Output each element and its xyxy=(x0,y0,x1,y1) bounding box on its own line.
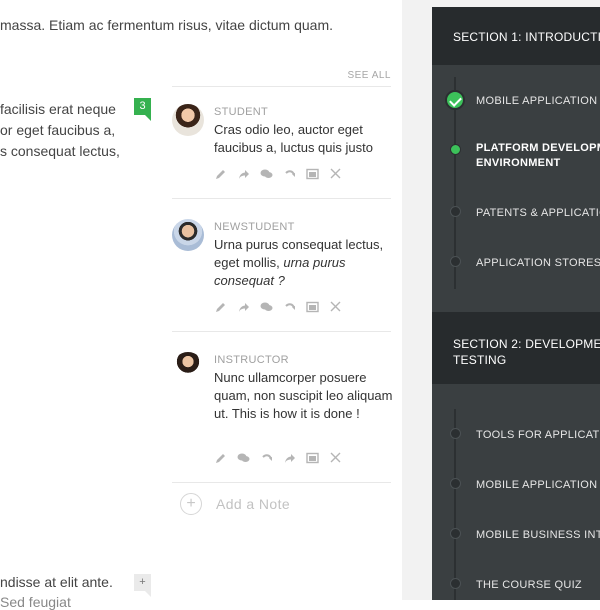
lesson-item-current[interactable]: PLATFORM DEVELOPME ENVIRONMENT xyxy=(476,141,600,171)
note-author-role: STUDENT xyxy=(214,106,269,118)
lesson-item[interactable]: MOBILE BUSINESS INTE xyxy=(476,528,600,543)
article-paragraph: massa. Etiam ac fermentum risus, vitae d… xyxy=(0,17,333,33)
section-title: SECTION 2: DEVELOPMENT TESTING xyxy=(453,336,600,368)
lesson-dot xyxy=(450,206,461,217)
lesson-title-line: ENVIRONMENT xyxy=(476,157,561,169)
comment-icon[interactable] xyxy=(237,451,250,464)
section-header[interactable]: SECTION 2: DEVELOPMENT TESTING xyxy=(432,312,600,384)
lesson-item[interactable]: MOBILE APPLICATION T xyxy=(476,478,600,493)
article-paragraph: ndisse at elit ante. xyxy=(0,574,113,590)
note-count-badge[interactable]: 3 xyxy=(134,98,151,121)
note-actions xyxy=(214,167,342,180)
add-note-button[interactable]: + Add a Note xyxy=(180,493,290,515)
window-icon[interactable] xyxy=(306,451,319,464)
redo-icon[interactable] xyxy=(260,451,273,464)
article-line: s consequat lectus, xyxy=(0,143,120,159)
avatar xyxy=(172,352,204,384)
edit-icon[interactable] xyxy=(214,167,227,180)
add-note-label: Add a Note xyxy=(216,496,291,512)
redo-icon[interactable] xyxy=(283,167,296,180)
article-pane: massa. Etiam ac fermentum risus, vitae d… xyxy=(0,0,402,610)
see-all-link[interactable]: SEE ALL xyxy=(172,70,391,87)
note-author-role: NEWSTUDENT xyxy=(214,221,295,233)
edit-icon[interactable] xyxy=(214,300,227,313)
check-icon xyxy=(445,90,465,110)
lesson-dot xyxy=(450,428,461,439)
lesson-item[interactable]: TOOLS FOR APPLICATIO xyxy=(476,428,600,443)
comment-icon[interactable] xyxy=(260,167,273,180)
lesson-dot xyxy=(450,528,461,539)
add-note-marker[interactable]: + xyxy=(134,574,151,597)
lesson-dot xyxy=(450,578,461,589)
article-line: or eget faucibus a, xyxy=(0,122,116,138)
lesson-item[interactable]: THE COURSE QUIZ xyxy=(476,578,582,593)
note-actions xyxy=(214,300,342,313)
note-text: Urna purus consequat lectus, eget mollis… xyxy=(214,236,394,290)
share-icon[interactable] xyxy=(237,167,250,180)
lesson-item[interactable]: PATENTS & APPLICATION xyxy=(476,206,600,221)
edit-icon[interactable] xyxy=(214,451,227,464)
lesson-dot xyxy=(450,256,461,267)
close-icon[interactable] xyxy=(329,451,342,464)
close-icon[interactable] xyxy=(329,300,342,313)
share-icon[interactable] xyxy=(237,300,250,313)
divider xyxy=(172,331,391,332)
close-icon[interactable] xyxy=(329,167,342,180)
avatar xyxy=(172,104,204,136)
article-paragraph: Sed feugiat xyxy=(0,594,71,610)
section-title: SECTION 1: INTRODUCTIO xyxy=(453,30,600,44)
share-icon[interactable] xyxy=(283,451,296,464)
plus-icon: + xyxy=(180,493,202,515)
section-header[interactable]: SECTION 1: INTRODUCTIO xyxy=(432,7,600,65)
avatar xyxy=(172,219,204,251)
lesson-title-line: PLATFORM DEVELOPME xyxy=(476,142,600,154)
curriculum-sidebar: SECTION 1: INTRODUCTIO MOBILE APPLICATIO… xyxy=(432,7,600,600)
note-actions xyxy=(214,451,342,464)
redo-icon[interactable] xyxy=(283,300,296,313)
section-title-line: TESTING xyxy=(453,353,507,367)
note-text: Cras odio leo, auctor eget faucibus a, l… xyxy=(214,122,373,155)
window-icon[interactable] xyxy=(306,167,319,180)
lesson-item[interactable]: MOBILE APPLICATION D xyxy=(476,94,600,109)
note-text: Nunc ullamcorper posuere quam, non susci… xyxy=(214,370,393,421)
lesson-item[interactable]: APPLICATION STORES xyxy=(476,256,600,271)
window-icon[interactable] xyxy=(306,300,319,313)
article-paragraph-with-notes: facilisis erat neque or eget faucibus a,… xyxy=(0,99,120,162)
comment-icon[interactable] xyxy=(260,300,273,313)
divider xyxy=(172,198,391,199)
lesson-dot xyxy=(450,478,461,489)
article-line: facilisis erat neque xyxy=(0,101,116,117)
divider xyxy=(172,482,391,483)
note-author-role: INSTRUCTOR xyxy=(214,354,289,366)
section-title-line: SECTION 2: DEVELOPMENT xyxy=(453,337,600,351)
current-lesson-dot xyxy=(450,144,461,155)
